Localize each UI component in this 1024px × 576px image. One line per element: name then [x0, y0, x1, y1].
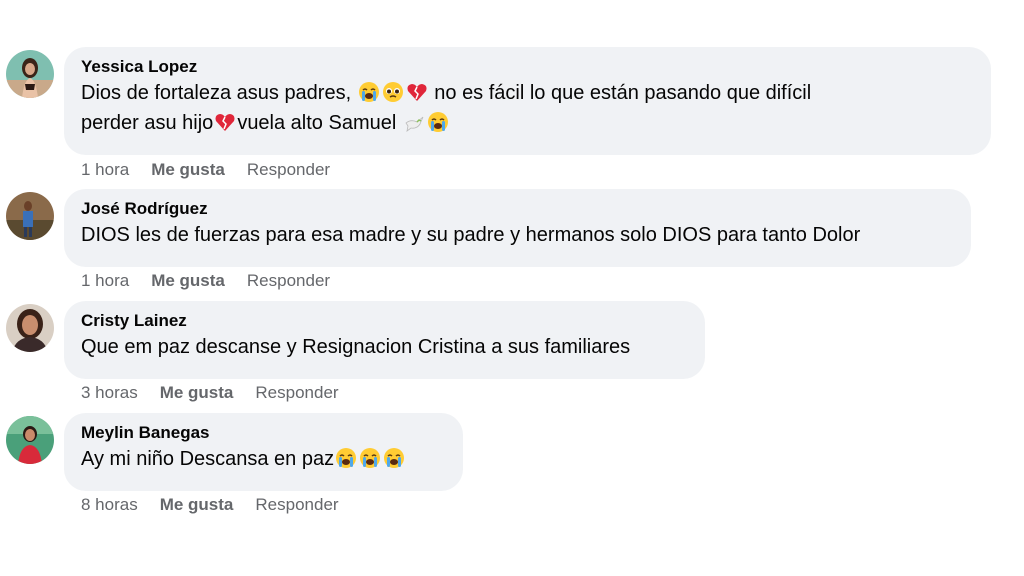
like-button[interactable]: Me gusta — [151, 271, 225, 290]
comment-bubble: Meylin Banegas Ay mi niño Descansa en pa… — [64, 413, 463, 491]
comment-text-part: Dios de fortaleza asus padres, — [81, 82, 357, 104]
comment-text-part: no es fácil lo que están pasando que dif… — [428, 82, 812, 104]
reply-button[interactable]: Responder — [255, 495, 338, 514]
like-button[interactable]: Me gusta — [160, 383, 234, 402]
dove-icon — [403, 111, 425, 133]
comment-text: Que em paz descanse y Resignacion Cristi… — [81, 336, 631, 358]
broken-heart-icon — [406, 81, 428, 103]
comment-author[interactable]: Yessica Lopez — [81, 56, 973, 78]
like-button[interactable]: Me gusta — [151, 160, 225, 179]
comment-bubble: José Rodríguez DIOS les de fuerzas para … — [64, 189, 971, 267]
loudly-crying-face-icon — [358, 81, 380, 103]
loudly-crying-face-icon — [359, 447, 381, 469]
comment-bubble: Yessica Lopez Dios de fortaleza asus pad… — [64, 47, 991, 155]
comment-author[interactable]: Cristy Lainez — [81, 310, 687, 332]
reply-button[interactable]: Responder — [247, 271, 330, 290]
comment-actions: 1 hora Me gusta Responder — [81, 159, 352, 181]
comment-text: DIOS les de fuerzas para esa madre y su … — [81, 224, 861, 246]
reply-button[interactable]: Responder — [255, 383, 338, 402]
avatar[interactable] — [6, 304, 54, 352]
comment-author[interactable]: José Rodríguez — [81, 198, 953, 220]
comment-text-part: perder asu hijo — [81, 112, 214, 134]
comment-text-part: vuela alto Samuel — [237, 112, 402, 134]
broken-heart-icon — [214, 111, 236, 133]
comment-timestamp[interactable]: 1 hora — [81, 160, 129, 179]
comment-timestamp[interactable]: 1 hora — [81, 271, 129, 290]
comment-text-part: Ay mi niño Descansa en paz — [81, 448, 335, 470]
comment-timestamp[interactable]: 8 horas — [81, 495, 138, 514]
comment-timestamp[interactable]: 3 horas — [81, 383, 138, 402]
comment-actions: 3 horas Me gusta Responder — [81, 382, 361, 404]
loudly-crying-face-icon — [427, 111, 449, 133]
avatar[interactable] — [6, 192, 54, 240]
comment-text: Dios de fortaleza asus padres, no es fác… — [81, 78, 973, 138]
comment-actions: 8 horas Me gusta Responder — [81, 494, 361, 516]
reply-button[interactable]: Responder — [247, 160, 330, 179]
comment-text: Ay mi niño Descansa en paz — [81, 444, 445, 474]
loudly-crying-face-icon — [335, 447, 357, 469]
pleading-face-icon — [382, 81, 404, 103]
like-button[interactable]: Me gusta — [160, 495, 234, 514]
avatar[interactable] — [6, 50, 54, 98]
comment-actions: 1 hora Me gusta Responder — [81, 270, 352, 292]
avatar[interactable] — [6, 416, 54, 464]
comment-author[interactable]: Meylin Banegas — [81, 422, 445, 444]
comment-bubble: Cristy Lainez Que em paz descanse y Resi… — [64, 301, 705, 379]
comments-list: Yessica Lopez Dios de fortaleza asus pad… — [0, 0, 1024, 576]
loudly-crying-face-icon — [383, 447, 405, 469]
